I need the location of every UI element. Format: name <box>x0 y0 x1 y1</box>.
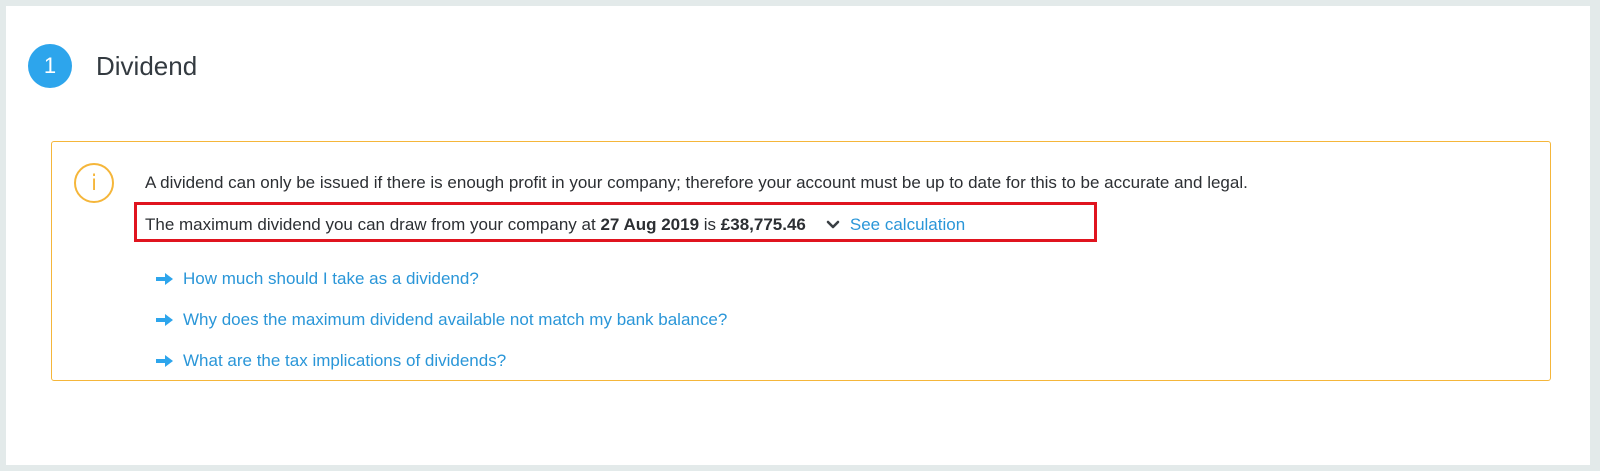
info-box: i A dividend can only be issued if there… <box>51 141 1551 381</box>
help-link-label[interactable]: How much should I take as a dividend? <box>183 269 479 289</box>
info-icon: i <box>74 163 114 203</box>
help-link-dividend-amount[interactable]: How much should I take as a dividend? <box>155 258 727 299</box>
help-link-tax-implications[interactable]: What are the tax implications of dividen… <box>155 340 727 381</box>
help-link-label[interactable]: Why does the maximum dividend available … <box>183 310 727 330</box>
see-calculation-link[interactable]: See calculation <box>850 215 965 235</box>
max-dividend-prefix: The maximum dividend you can draw from y… <box>145 215 596 234</box>
arrow-right-icon <box>156 272 173 285</box>
max-dividend-date: 27 Aug 2019 <box>600 215 700 234</box>
max-dividend-line: The maximum dividend you can draw from y… <box>145 215 965 235</box>
help-links: How much should I take as a dividend? Wh… <box>155 258 727 381</box>
max-dividend-amount: £38,775.46 <box>720 215 806 234</box>
step-header: 1 Dividend <box>28 44 197 88</box>
arrow-right-icon <box>156 313 173 326</box>
step-title: Dividend <box>96 50 198 81</box>
dividend-panel: 1 Dividend i A dividend can only be issu… <box>6 6 1590 465</box>
help-link-bank-balance[interactable]: Why does the maximum dividend available … <box>155 299 727 340</box>
step-number-badge: 1 <box>28 44 72 88</box>
info-message: A dividend can only be issued if there i… <box>145 173 1248 192</box>
chevron-down-icon[interactable] <box>826 220 840 230</box>
arrow-right-icon <box>156 354 173 367</box>
help-link-label[interactable]: What are the tax implications of dividen… <box>183 351 506 371</box>
max-dividend-is: is <box>703 215 717 234</box>
